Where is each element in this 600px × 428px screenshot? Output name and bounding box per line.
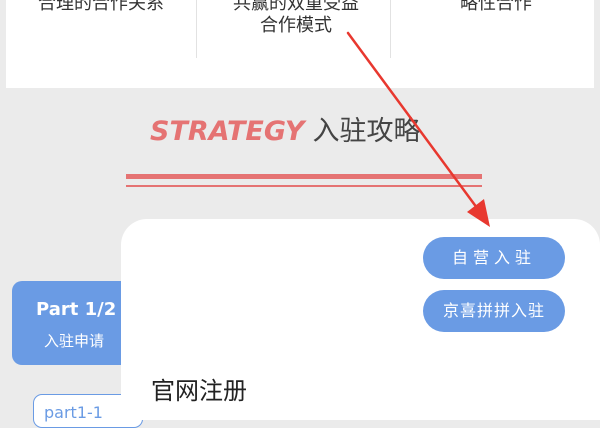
self-operated-join-button[interactable]: 自营入驻 [423,237,565,279]
feature-item-cooperation: 合理的合作关系 [8,0,194,51]
section-heading: STRATEGY 入驻攻略 [150,112,420,152]
feature-line: 略性合作 [460,0,532,14]
feature-line: 合理的合作关系 [38,0,164,14]
feature-item-win-win: 共赢的双重受益 合作模式 [202,0,390,51]
feature-line: 共赢的双重受益 [233,0,359,14]
heading-zh: 入驻攻略 [312,116,421,147]
part-subtitle: 入驻申请 [44,332,105,350]
heading-underline-thin [126,185,482,187]
part-subtab-label: part1-1 [44,403,103,422]
feature-line: 合作模式 [260,15,332,36]
divider [196,0,197,58]
part-title: Part 1/2 [36,299,117,320]
heading-en: STRATEGY [150,116,305,147]
jingxi-pinpin-join-button[interactable]: 京喜拼拼入驻 [423,290,565,332]
panel-title: 官网注册 [151,377,247,405]
content-panel: 自营入驻 京喜拼拼入驻 官网注册 [121,219,600,420]
feature-summary-card: 合理的合作关系 共赢的双重受益 合作模式 略性合作 [6,0,594,88]
feature-item-strategic: 略性合作 [398,0,594,51]
divider [390,0,391,58]
heading-underline-thick [126,174,482,179]
